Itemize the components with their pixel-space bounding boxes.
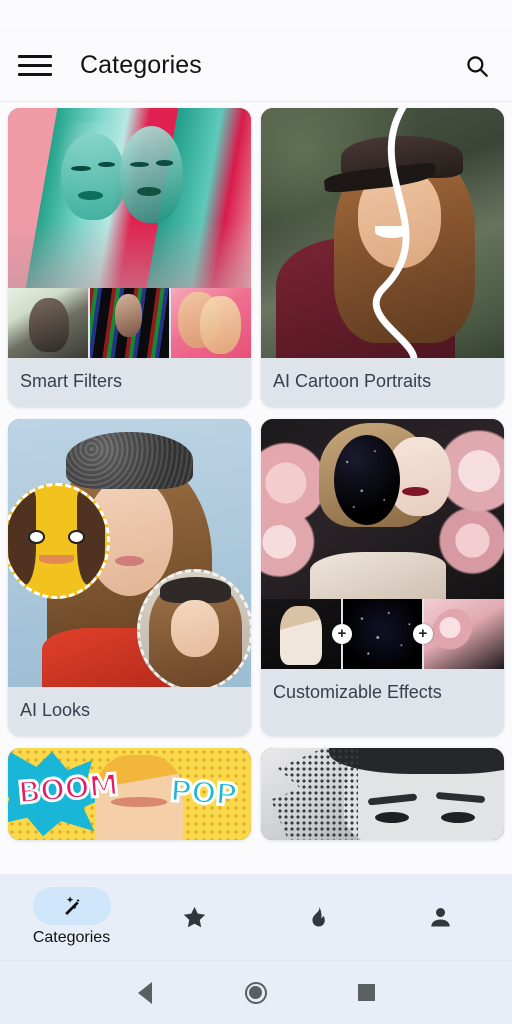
- category-card-smart-filters[interactable]: Smart Filters: [8, 108, 251, 407]
- category-label: AI Looks: [8, 687, 251, 736]
- thumbnail: [171, 288, 251, 358]
- smart-filters-thumbnail-strip: [8, 288, 251, 358]
- customizable-effects-hero-image: [261, 419, 504, 599]
- plus-badge: +: [412, 624, 433, 644]
- thumbnail: [342, 599, 423, 669]
- nav-label-categories: Categories: [32, 929, 111, 946]
- android-system-navigation: [0, 960, 512, 1024]
- category-card-ai-looks[interactable]: AI Looks: [8, 419, 251, 736]
- thumbnail: [261, 599, 341, 669]
- avatar: [136, 569, 251, 687]
- hamburger-menu-icon[interactable]: [18, 49, 52, 83]
- comic-text-pop: POP: [167, 772, 239, 815]
- thumbnail: [424, 599, 504, 669]
- nav-item-trending[interactable]: [256, 898, 379, 936]
- page-title: Categories: [80, 51, 202, 79]
- thumbnail: [8, 288, 88, 358]
- nav-item-profile[interactable]: [379, 898, 502, 936]
- star-icon: [183, 906, 206, 927]
- active-pill: [32, 887, 111, 925]
- nav-item-favorites[interactable]: [133, 898, 256, 936]
- plus-badge: +: [331, 624, 352, 644]
- card-media: + +: [261, 419, 504, 669]
- back-triangle-icon[interactable]: [125, 973, 165, 1013]
- flame-icon: [312, 905, 325, 926]
- nav-item-categories[interactable]: Categories: [10, 887, 133, 947]
- nav-icon-wrap: [156, 898, 234, 936]
- category-label: Customizable Effects: [261, 669, 504, 718]
- card-media: [8, 419, 251, 687]
- ai-cartoon-portraits-hero-image: [261, 108, 504, 358]
- category-card-dispersion[interactable]: [261, 748, 504, 840]
- card-media: [8, 108, 251, 358]
- categories-grid: Smart Filters AI Cartoon Portraits AI Lo…: [0, 108, 512, 840]
- category-label: Smart Filters: [8, 358, 251, 407]
- app-bar: Categories: [0, 30, 512, 102]
- category-label: AI Cartoon Portraits: [261, 358, 504, 407]
- bottom-navigation: Categories: [0, 874, 512, 960]
- nav-icon-wrap: [279, 898, 357, 936]
- card-media: [261, 748, 504, 840]
- thumbnail: [89, 288, 170, 358]
- category-card-customizable-effects[interactable]: + + Customizable Effects: [261, 419, 504, 736]
- dispersion-hero-image: [261, 748, 504, 840]
- person-icon: [431, 907, 450, 926]
- pop-art-hero-image: BOOM POP: [8, 748, 251, 840]
- smart-filters-hero-image: [8, 108, 251, 288]
- avatar: [8, 483, 111, 599]
- recents-square-icon[interactable]: [347, 973, 387, 1013]
- category-card-ai-cartoon-portraits[interactable]: AI Cartoon Portraits: [261, 108, 504, 407]
- card-media: BOOM POP: [8, 748, 251, 840]
- search-icon[interactable]: [460, 49, 494, 83]
- status-bar: [0, 0, 512, 30]
- categories-scroll-area[interactable]: Smart Filters AI Cartoon Portraits AI Lo…: [0, 102, 512, 874]
- ai-looks-hero-image: [8, 419, 251, 687]
- magic-wand-icon: [64, 896, 79, 915]
- split-divider: [372, 108, 418, 358]
- category-card-pop-art[interactable]: BOOM POP: [8, 748, 251, 840]
- card-media: [261, 108, 504, 358]
- nav-icon-wrap: [402, 898, 480, 936]
- customizable-effects-thumbnail-strip: + +: [261, 599, 504, 669]
- app-screen: Categories Smart Filters AI Cartoon Port…: [0, 0, 512, 1024]
- home-circle-icon[interactable]: [236, 973, 276, 1013]
